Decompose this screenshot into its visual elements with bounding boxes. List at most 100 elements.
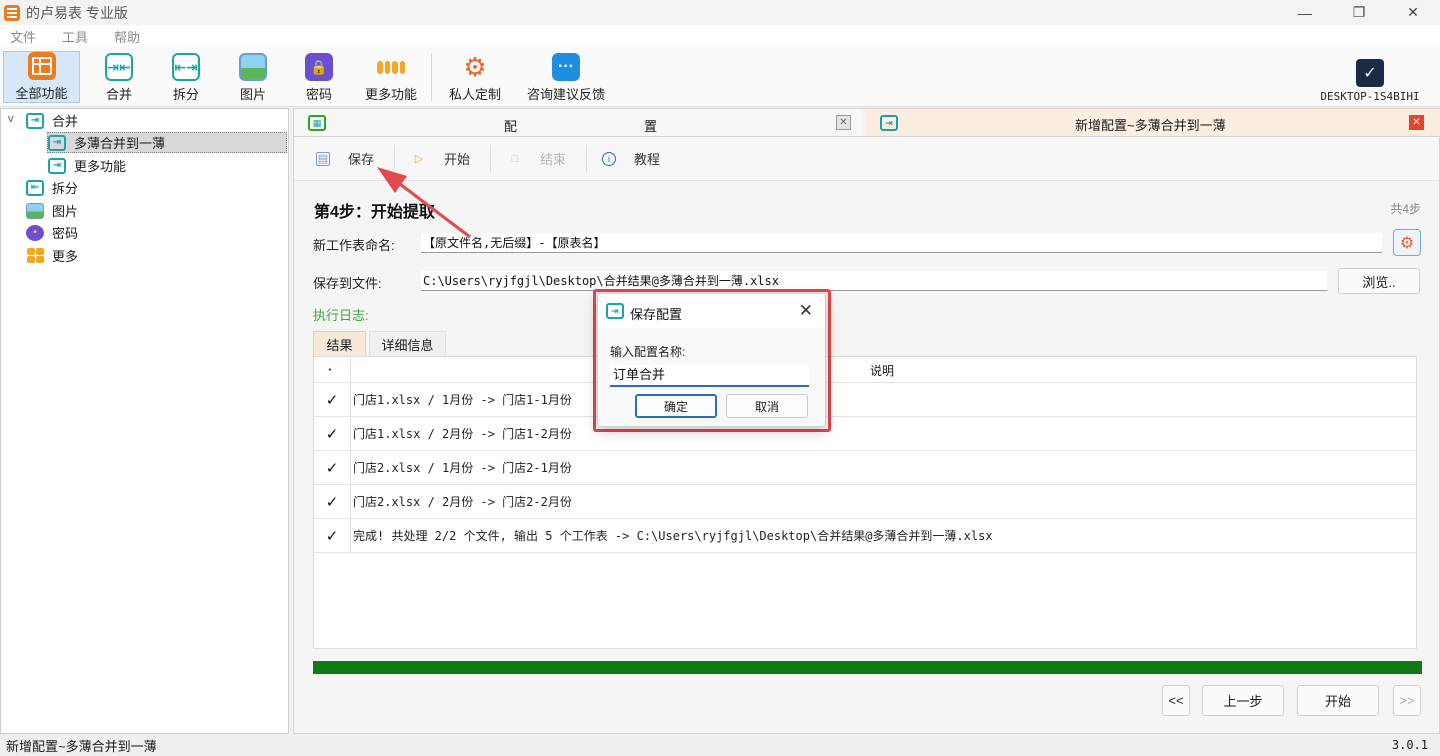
all-functions-label: 全部功能	[15, 86, 68, 101]
tree-item-password[interactable]: • 密码	[26, 222, 78, 243]
action-divider	[586, 145, 587, 173]
browse-button[interactable]: 浏览..	[1338, 268, 1420, 294]
save-label: 保存	[348, 152, 375, 167]
step-count: 共4步	[1390, 202, 1421, 216]
table-row[interactable]: ✓ 门店1.xlsx / 2月份 -> 门店1-2月份	[314, 417, 1416, 451]
title-bar: 的卢易表 专业版 — ❐ ✕	[0, 0, 1440, 25]
config-name-input[interactable]: 订单合并	[610, 365, 809, 387]
save-button[interactable]: ▤ 保存	[316, 149, 374, 168]
table-row[interactable]: ✓ 门店2.xlsx / 2月份 -> 门店2-2月份	[314, 485, 1416, 519]
table-row[interactable]: ✓ 完成! 共处理 2/2 个文件, 输出 5 个工作表 -> C:\Users…	[314, 519, 1416, 553]
cancel-button[interactable]: 取消	[726, 394, 808, 418]
stop-label: 结束	[540, 152, 567, 167]
close-icon[interactable]: ✕	[836, 115, 851, 130]
chevron-down-icon[interactable]: v	[8, 113, 14, 125]
all-functions-button[interactable]: 全部功能	[3, 51, 80, 103]
toolbar-divider	[431, 53, 432, 101]
check-icon: ✓	[325, 493, 339, 511]
row-description: 门店1.xlsx / 1月份 -> 门店1-1月份	[353, 393, 572, 407]
action-divider	[490, 145, 491, 173]
window-title: 的卢易表 专业版	[26, 4, 128, 21]
log-table: · 说明 ✓ 门店1.xlsx / 1月份 -> 门店1-1月份 ✓ 门店1.x…	[313, 356, 1417, 649]
status-bar: 新增配置~多薄合并到一薄 3.0.1	[0, 734, 1440, 756]
merge-button[interactable]: ⇥⇤ 合并	[91, 51, 147, 103]
main-panel: ▤ 保存 ▷ 开始 □ 结束 i 教程 第4步：开始提取 共4步 新工作表命名:…	[293, 137, 1440, 734]
menu-bar: 文件 工具 帮助	[0, 25, 1440, 47]
more-icon	[377, 53, 405, 81]
tree-item-more[interactable]: 更多	[26, 245, 78, 266]
check-icon: ✓	[325, 391, 339, 409]
lock-icon: •	[26, 224, 44, 241]
start-label: 开始	[444, 152, 471, 167]
tab-config[interactable]: ▦ 配 置 ✕	[294, 109, 862, 136]
save-path-field[interactable]: C:\Users\ryjfgjl\Desktop\合并结果@多薄合并到一薄.xl…	[421, 271, 1327, 291]
menu-file[interactable]: 文件	[10, 27, 36, 46]
last-step-button[interactable]: >>	[1393, 685, 1421, 716]
minimize-button[interactable]: —	[1278, 0, 1332, 25]
tree-item-picture[interactable]: 图片	[26, 200, 78, 221]
tree-item-label: 更多功能	[74, 159, 127, 174]
maximize-button[interactable]: ❐	[1332, 0, 1386, 25]
tree-item-more-functions[interactable]: ⇥ 更多功能	[48, 155, 126, 176]
gear-icon: ⚙	[1399, 234, 1415, 252]
config-name-label: 输入配置名称:	[610, 345, 686, 359]
row-description: 门店2.xlsx / 2月份 -> 门店2-2月份	[353, 495, 572, 509]
lock-icon: 🔒	[305, 53, 333, 81]
tree-item-multi-book-merge[interactable]: ⇥ 多薄合并到一薄	[47, 132, 287, 153]
row-description: 门店1.xlsx / 2月份 -> 门店1-2月份	[353, 427, 572, 441]
more-functions-button[interactable]: 更多功能	[358, 51, 424, 103]
ok-button[interactable]: 确定	[635, 394, 717, 418]
sheet-name-field[interactable]: 【原文件名,无后缀】-【原表名】	[421, 233, 1382, 253]
previous-step-button[interactable]: 上一步	[1202, 685, 1284, 716]
computer-name: DESKTOP-1S4BIHI	[1320, 90, 1420, 103]
close-icon[interactable]: ✕	[799, 301, 813, 321]
tree-item-label: 更多	[52, 249, 79, 264]
action-bar: ▤ 保存 ▷ 开始 □ 结束 i 教程	[294, 137, 1439, 181]
password-label: 密码	[305, 87, 332, 102]
feedback-label: 咨询建议反馈	[526, 87, 605, 102]
split-button[interactable]: ⇤⇥ 拆分	[158, 51, 214, 103]
first-step-button[interactable]: <<	[1162, 685, 1190, 716]
check-badge-icon: ✓	[1356, 59, 1384, 87]
custom-button[interactable]: ⚙ 私人定制	[443, 51, 507, 103]
document-tabs: ▦ 配 置 ✕ ⇥ 新增配置~多薄合并到一薄 ✕	[293, 108, 1440, 137]
naming-settings-button[interactable]: ⚙	[1393, 229, 1421, 256]
tab-result[interactable]: 结果	[313, 331, 366, 356]
check-icon: ✓	[325, 425, 339, 443]
table-row[interactable]: ✓ 门店2.xlsx / 1月份 -> 门店2-1月份	[314, 451, 1416, 485]
close-icon[interactable]: ✕	[1409, 115, 1424, 130]
tab-new-config[interactable]: ⇥ 新增配置~多薄合并到一薄 ✕	[866, 109, 1440, 136]
menu-tools[interactable]: 工具	[62, 27, 88, 46]
start-run-button[interactable]: 开始	[1297, 685, 1379, 716]
status-column-header: ·	[328, 362, 333, 377]
tree-item-label: 合并	[52, 114, 79, 129]
info-icon: i	[602, 151, 616, 166]
tab-config-label-left: 配	[504, 119, 518, 134]
table-row[interactable]: ✓ 门店1.xlsx / 1月份 -> 门店1-1月份	[314, 383, 1416, 417]
app-logo-icon	[4, 4, 20, 21]
close-window-button[interactable]: ✕	[1386, 0, 1440, 25]
log-label: 执行日志:	[313, 308, 369, 323]
tutorial-button[interactable]: i 教程	[602, 149, 660, 168]
version-label: 3.0.1	[1391, 738, 1428, 752]
tree-item-split[interactable]: ⇤ 拆分	[26, 177, 78, 198]
picture-button[interactable]: 图片	[225, 51, 281, 103]
tab-details[interactable]: 详细信息	[369, 331, 446, 356]
dialog-title-bar: ⇥ 保存配置 ✕	[598, 294, 825, 328]
stop-button[interactable]: □ 结束	[508, 149, 566, 168]
menu-help[interactable]: 帮助	[114, 27, 140, 46]
feedback-button[interactable]: ··· 咨询建议反馈	[521, 51, 611, 103]
check-icon: ✓	[325, 459, 339, 477]
password-button[interactable]: 🔒 密码	[291, 51, 347, 103]
start-button[interactable]: ▷ 开始	[412, 149, 470, 168]
split-icon: ⇤⇥	[172, 53, 200, 81]
tree-item-label: 多薄合并到一薄	[74, 136, 166, 151]
merge-icon: ⇥	[48, 134, 66, 151]
custom-label: 私人定制	[448, 87, 501, 102]
chat-icon: ···	[552, 53, 580, 81]
tree-item-merge[interactable]: ⇥ 合并	[26, 110, 78, 131]
dialog-title: 保存配置	[630, 307, 683, 322]
picture-icon	[239, 53, 267, 81]
save-config-dialog: ⇥ 保存配置 ✕ 输入配置名称: 订单合并 确定 取消	[597, 293, 826, 427]
more-icon	[26, 247, 44, 264]
